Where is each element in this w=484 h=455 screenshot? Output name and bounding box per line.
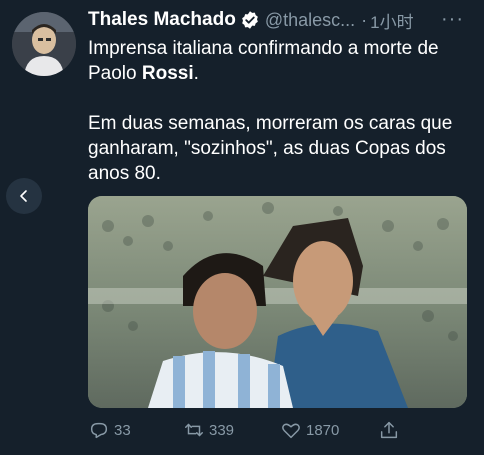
text-line: anos 80. xyxy=(88,163,161,184)
heart-icon xyxy=(282,423,300,439)
display-name[interactable]: Thales Machado xyxy=(88,9,236,31)
back-button[interactable] xyxy=(6,178,42,214)
retweet-count: 339 xyxy=(209,421,235,439)
timestamp[interactable]: 1小时 xyxy=(370,8,413,33)
text-line: Paolo Rossi. xyxy=(88,61,478,86)
text-line: Em duas semanas, morreram os caras que xyxy=(88,113,453,134)
text-line: ganharam, "sozinhos", as duas Copas dos xyxy=(88,138,446,159)
share-icon xyxy=(380,421,398,439)
retweet-icon xyxy=(185,423,203,437)
text-bold-name: Rossi xyxy=(141,63,194,84)
separator-dot: · xyxy=(361,9,368,30)
reply-icon xyxy=(90,422,108,439)
text-span: . xyxy=(193,63,199,84)
text-line: Imprensa italiana confirmando a morte de xyxy=(88,38,439,59)
tweet[interactable]: Thales Machado @thalesc... · 1小时 ··· Imp… xyxy=(0,0,484,455)
tweet-header: Thales Machado @thalesc... · 1小时 ··· xyxy=(88,8,472,32)
action-bar: 33 339 1870 xyxy=(88,418,468,442)
reply-button[interactable]: 33 xyxy=(88,419,183,441)
tweet-photo[interactable] xyxy=(88,196,467,408)
retweet-button[interactable]: 339 xyxy=(183,419,280,441)
avatar[interactable] xyxy=(12,12,76,76)
like-button[interactable]: 1870 xyxy=(280,419,378,441)
more-options-button[interactable]: ··· xyxy=(441,8,464,31)
text-span: Paolo xyxy=(88,63,142,84)
reply-count: 33 xyxy=(114,421,131,439)
chevron-left-icon xyxy=(20,190,27,202)
like-count: 1870 xyxy=(306,421,340,439)
verified-badge-icon xyxy=(241,11,258,29)
tweet-text: Imprensa italiana confirmando a morte de… xyxy=(88,36,478,186)
handle[interactable]: @thalesc... xyxy=(265,10,355,31)
share-button[interactable] xyxy=(378,419,408,441)
